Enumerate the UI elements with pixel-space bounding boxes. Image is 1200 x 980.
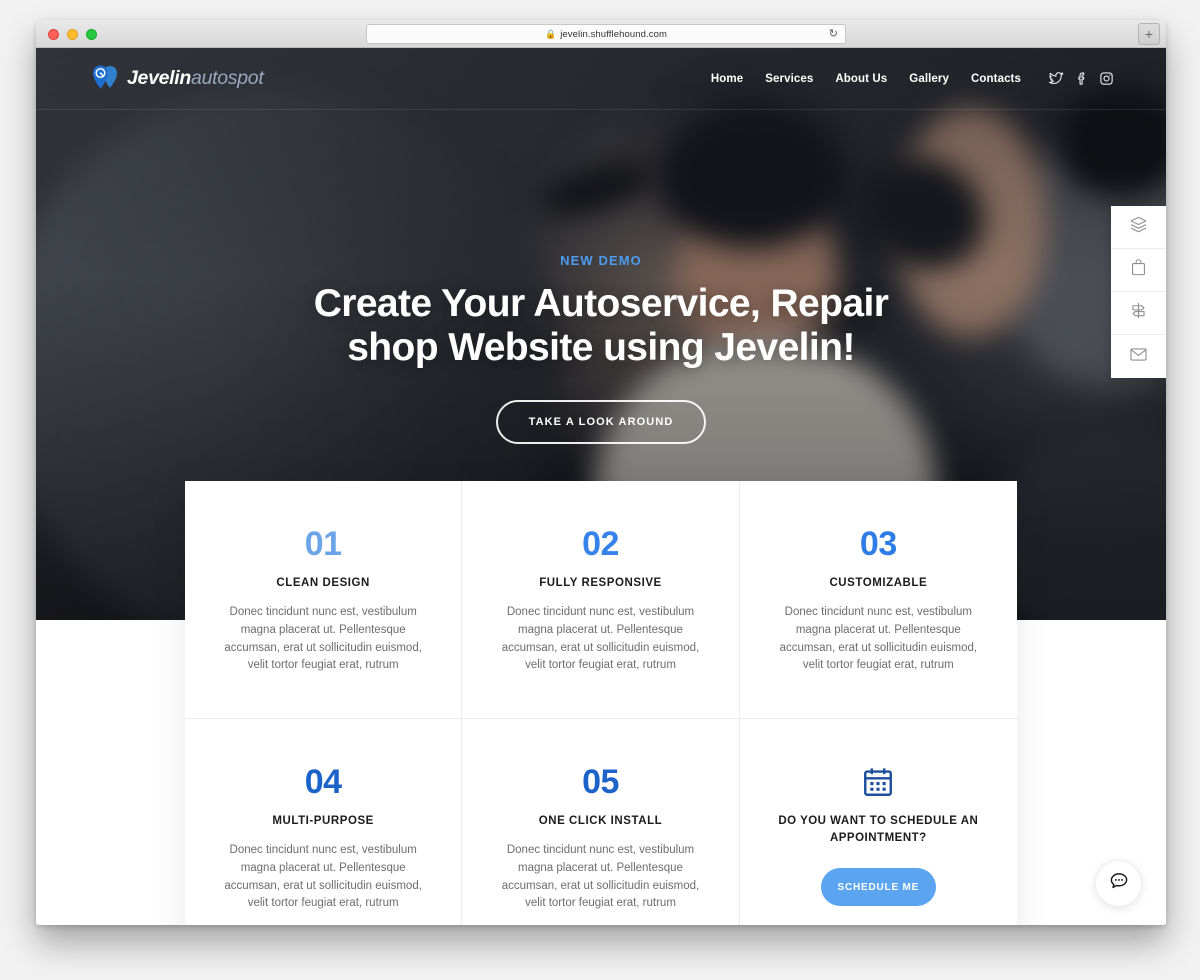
- chat-bubble-icon: [1108, 870, 1130, 897]
- minimize-button[interactable]: [67, 29, 78, 40]
- feature-card-05: 05 ONE CLICK INSTALL Donec tincidunt nun…: [462, 719, 740, 925]
- feature-title: MULTI-PURPOSE: [272, 815, 374, 827]
- feature-number: 04: [304, 763, 342, 801]
- feature-card-02: 02 FULLY RESPONSIVE Donec tincidunt nunc…: [462, 481, 740, 719]
- feature-number: 01: [304, 525, 342, 563]
- feature-number: 03: [859, 525, 897, 563]
- feature-body: Donec tincidunt nunc est, vestibulum mag…: [224, 844, 422, 910]
- dock-item-signpost[interactable]: [1111, 292, 1166, 335]
- feature-body: Donec tincidunt nunc est, vestibulum mag…: [501, 844, 700, 910]
- feature-body: Donec tincidunt nunc est, vestibulum mag…: [779, 606, 978, 672]
- feature-title: CLEAN DESIGN: [276, 577, 370, 589]
- facebook-icon[interactable]: [1074, 71, 1089, 86]
- calendar-icon: [770, 765, 987, 799]
- dock-item-contact[interactable]: [1111, 335, 1166, 378]
- social-links: [1048, 71, 1114, 86]
- twitter-icon[interactable]: [1048, 71, 1064, 86]
- browser-window: 🔒 jevelin.shufflehound.com ↻ + Jevelinau…: [36, 20, 1166, 925]
- page-viewport: Jevelinautospot Home Services About Us G…: [36, 48, 1166, 925]
- window-controls: [48, 29, 97, 40]
- site-header: Jevelinautospot Home Services About Us G…: [36, 48, 1166, 110]
- schedule-me-button[interactable]: SCHEDULE ME: [820, 868, 936, 907]
- feature-body: Donec tincidunt nunc est, vestibulum mag…: [224, 606, 422, 672]
- lock-icon: 🔒: [544, 28, 557, 39]
- hero-title-line-2: shop Website using Jevelin!: [347, 326, 855, 370]
- feature-card-04: 04 MULTI-PURPOSE Donec tincidunt nunc es…: [185, 719, 463, 925]
- nav-item-gallery[interactable]: Gallery: [909, 73, 949, 85]
- layers-icon: [1129, 215, 1148, 239]
- logo-wordmark: Jevelinautospot: [127, 66, 264, 89]
- nav-item-contacts[interactable]: Contacts: [971, 73, 1021, 85]
- take-a-look-around-button[interactable]: TAKE A LOOK AROUND: [495, 399, 707, 444]
- features-panel: 01 CLEAN DESIGN Donec tincidunt nunc est…: [185, 481, 1017, 925]
- nav-item-services[interactable]: Services: [765, 73, 813, 85]
- url-text: jevelin.shufflehound.com: [560, 28, 667, 40]
- chat-widget-button[interactable]: [1095, 860, 1142, 907]
- main-navigation: Home Services About Us Gallery Contacts: [711, 71, 1114, 86]
- envelope-icon: [1129, 345, 1148, 369]
- hero-title-line-1: Create Your Autoservice, Repair: [313, 282, 889, 325]
- nav-item-home[interactable]: Home: [711, 73, 743, 85]
- appointment-title: DO YOU WANT TO SCHEDULE AN APPOINTMENT?: [778, 815, 979, 844]
- address-bar[interactable]: 🔒 jevelin.shufflehound.com ↻: [366, 24, 846, 44]
- feature-number: 02: [582, 525, 619, 563]
- logo-secondary: autospot: [191, 66, 264, 89]
- close-button[interactable]: [48, 29, 59, 40]
- side-dock: [1111, 206, 1166, 378]
- feature-body: Donec tincidunt nunc est, vestibulum mag…: [501, 606, 700, 672]
- feature-card-01: 01 CLEAN DESIGN Donec tincidunt nunc est…: [185, 481, 463, 719]
- page-root: 🔒 jevelin.shufflehound.com ↻ + Jevelinau…: [0, 0, 1200, 980]
- new-tab-button[interactable]: +: [1138, 23, 1160, 45]
- nav-item-about-us[interactable]: About Us: [835, 73, 887, 85]
- logo-primary: Jevelin: [127, 66, 192, 89]
- zoom-button[interactable]: [86, 29, 97, 40]
- dock-item-layers[interactable]: [1111, 206, 1166, 249]
- instagram-icon[interactable]: [1099, 71, 1114, 86]
- dock-item-shop[interactable]: [1111, 249, 1166, 292]
- map-pin-icon: [92, 64, 118, 94]
- feature-title: ONE CLICK INSTALL: [538, 815, 663, 827]
- hero-eyebrow: NEW DEMO: [560, 253, 642, 268]
- reload-icon[interactable]: ↻: [829, 28, 838, 41]
- feature-card-03: 03 CUSTOMIZABLE Donec tincidunt nunc est…: [739, 481, 1017, 719]
- browser-chrome: 🔒 jevelin.shufflehound.com ↻ +: [36, 20, 1166, 48]
- feature-number: 05: [582, 763, 619, 801]
- feature-title: FULLY RESPONSIVE: [539, 577, 662, 589]
- site-logo[interactable]: Jevelinautospot: [92, 64, 264, 94]
- feature-title: CUSTOMIZABLE: [829, 577, 928, 589]
- appointment-card: DO YOU WANT TO SCHEDULE AN APPOINTMENT? …: [740, 719, 1017, 925]
- hero-title: Create Your Autoservice, Repair shop Web…: [314, 282, 889, 371]
- signpost-icon: [1129, 301, 1148, 325]
- shopping-bag-icon: [1129, 258, 1148, 282]
